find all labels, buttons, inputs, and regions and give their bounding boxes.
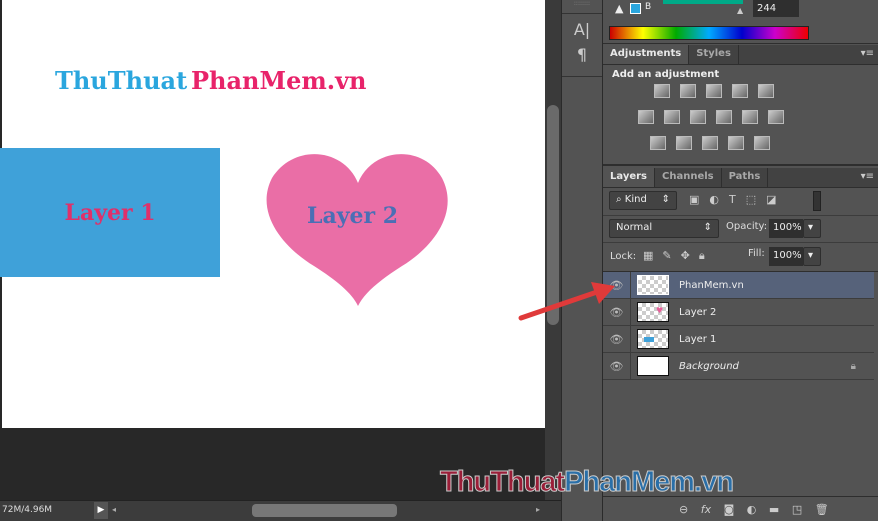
- scroll-left-icon[interactable]: ◂: [112, 505, 116, 514]
- canvas-title-pink: PhanMem.vn: [191, 66, 367, 95]
- opacity-label: Opacity:: [726, 221, 768, 232]
- add-mask-icon[interactable]: ◙: [724, 503, 735, 516]
- fill-dropdown-icon[interactable]: ▾: [803, 247, 821, 266]
- tab-layers[interactable]: Layers: [603, 168, 655, 187]
- filter-kind-value: Kind: [624, 194, 647, 205]
- invert-icon[interactable]: [650, 136, 666, 150]
- curves-icon[interactable]: [706, 84, 722, 98]
- lock-pixels-icon[interactable]: ✎: [662, 249, 680, 262]
- lock-transparency-icon[interactable]: ▦: [643, 249, 662, 262]
- lock-position-icon[interactable]: ✥: [681, 249, 699, 262]
- new-adjustment-icon[interactable]: ◐: [747, 503, 757, 516]
- channel-mixer-icon[interactable]: [742, 110, 758, 124]
- color-lookup-icon[interactable]: [768, 110, 784, 124]
- fill-label: Fill:: [748, 248, 765, 259]
- adjustments-panel: Adjustments Styles ▾≡ Add an adjustment: [603, 45, 878, 166]
- layers-menu-icon[interactable]: ▾≡: [861, 171, 874, 182]
- color-spectrum[interactable]: [609, 26, 809, 40]
- visibility-eye-icon[interactable]: 👁︎: [603, 353, 631, 379]
- character-panel-icon[interactable]: A|: [562, 20, 602, 39]
- warning-icon: ▲: [615, 2, 624, 15]
- link-layers-icon[interactable]: ⊖: [679, 503, 688, 516]
- opacity-dropdown-icon[interactable]: ▾: [803, 219, 821, 238]
- canvas-title-blue: ThuThuat: [55, 66, 188, 95]
- color-panel: ▲ B ▲ 244: [603, 0, 878, 44]
- layer1-label: Layer 1: [64, 199, 156, 226]
- watermark: ThuThuatPhanMem.vn: [439, 466, 735, 499]
- opacity-input[interactable]: 100%: [769, 219, 803, 238]
- right-panels: ▲ B ▲ 244 Adjustments Styles ▾≡ Add an a…: [603, 0, 878, 521]
- channel-slider[interactable]: [663, 0, 743, 4]
- layer2-label: Layer 2: [307, 203, 399, 229]
- shape-filter-icon[interactable]: ⬚: [746, 193, 766, 206]
- threshold-icon[interactable]: [702, 136, 718, 150]
- tab-adjustments[interactable]: Adjustments: [603, 45, 690, 64]
- smart-object-filter-icon[interactable]: ◪: [766, 193, 786, 206]
- doc-size: 72M/4.96M: [2, 505, 53, 515]
- blend-mode-value: Normal: [616, 222, 653, 233]
- filter-kind-select[interactable]: ⌕ Kind ⇕: [609, 191, 677, 210]
- paragraph-panel-icon[interactable]: ¶: [562, 45, 602, 77]
- layer-row-layer1[interactable]: 👁︎ Layer 1: [603, 326, 874, 353]
- blend-mode-select[interactable]: Normal ⇕: [609, 219, 719, 238]
- red-arrow-annotation: [518, 282, 615, 321]
- visibility-eye-icon[interactable]: 👁︎: [603, 326, 631, 352]
- black-white-icon[interactable]: [690, 110, 706, 124]
- brightness-icon[interactable]: [654, 84, 670, 98]
- watermark-part1: ThuThuat: [439, 466, 565, 499]
- layer-row-background[interactable]: 👁︎ Background 🔒︎: [603, 353, 874, 380]
- exposure-icon[interactable]: [732, 84, 748, 98]
- new-layer-icon[interactable]: ◳: [792, 503, 802, 516]
- layer-row-phanmem[interactable]: 👁︎ PhanMem.vn: [603, 272, 874, 299]
- new-group-icon[interactable]: ▬: [769, 503, 779, 516]
- adjustment-filter-icon[interactable]: ◐: [709, 193, 729, 206]
- watermark-part2: PhanMem.vn: [564, 466, 735, 499]
- channel-value[interactable]: 244: [753, 0, 799, 17]
- layer-thumbnail: [637, 356, 669, 376]
- hue-saturation-icon[interactable]: [638, 110, 654, 124]
- pixel-filter-icon[interactable]: ▣: [689, 193, 709, 206]
- gradient-map-icon[interactable]: [754, 136, 770, 150]
- fill-input[interactable]: 100%: [769, 247, 803, 266]
- status-bar: 72M/4.96M ▶ ◂ ▸: [0, 500, 561, 521]
- slider-handle-icon[interactable]: ▲: [737, 6, 743, 15]
- lock-all-icon[interactable]: 🔒︎: [699, 249, 714, 262]
- layer-name: Layer 1: [679, 333, 717, 345]
- channel-label: B: [645, 2, 652, 12]
- layer-thumbnail: ♥: [637, 302, 669, 322]
- filter-toggle[interactable]: [813, 191, 821, 211]
- type-filter-icon[interactable]: T: [729, 193, 746, 206]
- layer-lock-icon: 🔒︎: [850, 360, 856, 372]
- color-swatch[interactable]: [630, 3, 641, 14]
- layer-name: PhanMem.vn: [679, 279, 744, 291]
- tab-paths[interactable]: Paths: [722, 168, 769, 187]
- lock-label: Lock:: [610, 251, 637, 262]
- tab-styles[interactable]: Styles: [689, 45, 739, 64]
- panel-menu-icon[interactable]: ▾≡: [861, 48, 874, 59]
- posterize-icon[interactable]: [676, 136, 692, 150]
- vibrance-icon[interactable]: [758, 84, 774, 98]
- layer-thumbnail: [637, 275, 669, 295]
- layer-style-fx-icon[interactable]: fx: [701, 503, 711, 516]
- layer-row-layer2[interactable]: 👁︎ ♥ Layer 2: [603, 299, 874, 326]
- status-menu-arrow-icon[interactable]: ▶: [94, 502, 108, 519]
- layer-name: Layer 2: [679, 306, 717, 318]
- collapsed-panel-dock: :::::::: A| ¶: [561, 0, 603, 521]
- layer-name: Background: [679, 360, 739, 372]
- document-canvas[interactable]: ThuThuat PhanMem.vn Layer 1 Layer 2: [0, 0, 545, 428]
- scroll-right-icon[interactable]: ▸: [536, 505, 540, 514]
- levels-icon[interactable]: [680, 84, 696, 98]
- layer1-rectangle: Layer 1: [0, 148, 220, 277]
- tab-channels[interactable]: Channels: [655, 168, 722, 187]
- color-balance-icon[interactable]: [664, 110, 680, 124]
- delete-layer-icon[interactable]: 🗑︎: [815, 503, 829, 516]
- adjustments-heading: Add an adjustment: [612, 69, 720, 80]
- horizontal-scroll-thumb[interactable]: [252, 504, 397, 517]
- layer-thumbnail: [637, 329, 669, 349]
- selective-color-icon[interactable]: [728, 136, 744, 150]
- photo-filter-icon[interactable]: [716, 110, 732, 124]
